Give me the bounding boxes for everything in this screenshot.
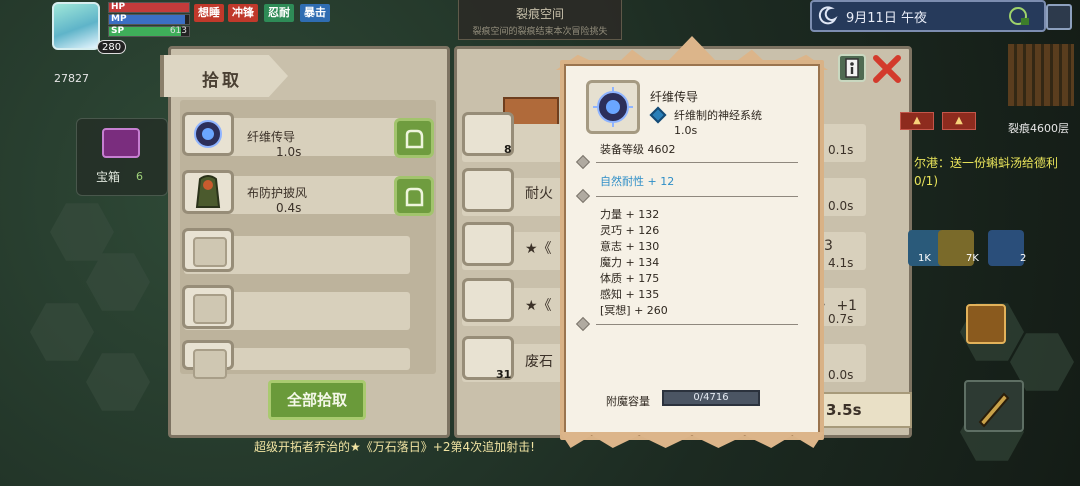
- list-name: ★《: [525, 241, 552, 257]
- empty-slot: [182, 285, 234, 329]
- arrow-up-button[interactable]: ▲: [942, 112, 976, 130]
- loot-item-time: 0.4s: [276, 201, 302, 215]
- list-time: 4.1s: [828, 256, 854, 270]
- item-slot[interactable]: [182, 170, 234, 214]
- rift-subtitle: 裂痕空间的裂痕结束本次冒险挑失: [472, 27, 608, 37]
- tooltip-item-slot: [586, 80, 640, 134]
- resource-count: 2: [1020, 253, 1027, 264]
- list-name: 废石: [525, 354, 553, 370]
- item-slot[interactable]: [182, 112, 234, 156]
- globe-icon: [1009, 7, 1029, 25]
- divider: [575, 154, 798, 170]
- status-chip: 想睡: [194, 4, 224, 22]
- expand-icon[interactable]: [1046, 4, 1072, 30]
- item-slot[interactable]: [462, 168, 514, 212]
- pick-all-button[interactable]: 全部拾取: [268, 380, 366, 420]
- list-time: 0.1s: [828, 143, 854, 157]
- enchant-label: 附魔容量: [606, 395, 650, 408]
- resource-slot[interactable]: [988, 230, 1024, 266]
- hp-label: HP: [111, 2, 126, 12]
- player-avatar[interactable]: [52, 2, 100, 50]
- item-qty: 31: [496, 368, 512, 381]
- info-button[interactable]: [838, 54, 866, 82]
- stat-line: 力量 + 132: [600, 208, 660, 221]
- resource-counter: 27827: [54, 72, 89, 85]
- list-time: 0.0s: [828, 368, 854, 382]
- stat-line: 感知 + 135: [600, 288, 660, 301]
- arrow-up-button[interactable]: ▲: [900, 112, 934, 130]
- list-name: 耐火: [525, 186, 553, 202]
- loot-title: 拾取: [202, 71, 242, 91]
- divider: [575, 316, 798, 332]
- minimap[interactable]: [1008, 44, 1074, 106]
- close-icon[interactable]: [870, 52, 904, 86]
- tooltip-item-name: 纤维传导: [650, 90, 699, 104]
- moon-icon: [818, 6, 838, 25]
- stat-line: 体质 + 175: [600, 272, 660, 285]
- loot-item-name: 纤维传导: [247, 130, 296, 144]
- resource-count: 1K: [918, 253, 931, 264]
- hex-tile: [86, 353, 150, 411]
- list-name: ★《: [525, 298, 552, 314]
- loot-item-name: 布防护披风: [247, 186, 308, 200]
- enchant-capacity-bar: 0/4716: [662, 390, 760, 406]
- item-slot[interactable]: [462, 278, 514, 322]
- quest-tip: 尔港：送一份蝌蚪汤给德利: [914, 156, 1059, 170]
- hand-icon: [405, 187, 424, 207]
- cloak-icon: [195, 175, 221, 208]
- resist-stat: 自然耐性 + 12: [600, 175, 675, 188]
- hp-bar: HP: [108, 2, 190, 13]
- info-icon: [845, 58, 859, 78]
- mp-bar: MP: [108, 14, 190, 25]
- neural-core-icon: [194, 120, 222, 148]
- stat-line: 魔力 + 134: [600, 256, 660, 269]
- item-slot[interactable]: [462, 222, 514, 266]
- hex-tile: [30, 303, 94, 361]
- level-badge: 280: [97, 40, 127, 54]
- chest-icon: [102, 128, 140, 158]
- rift-banner: 裂痕空间 裂痕空间的裂痕结束本次冒险挑失: [458, 0, 622, 40]
- skill-button[interactable]: [966, 304, 1006, 344]
- pick-item-button[interactable]: [394, 118, 434, 158]
- tooltip-time: 1.0s: [674, 124, 698, 137]
- mp-label: MP: [111, 14, 127, 24]
- status-chip: 忍耐: [264, 4, 294, 22]
- item-qty: 8: [504, 143, 512, 156]
- equip-level: 装备等级 4602: [600, 143, 676, 156]
- rift-title: 裂痕空间: [515, 7, 564, 21]
- loot-item-time: 1.0s: [276, 145, 302, 159]
- sp-label: SP: [111, 26, 125, 36]
- chest-label: 宝箱: [96, 170, 121, 184]
- divider: [575, 188, 798, 204]
- clock-text: 9月11日 午夜: [846, 11, 927, 26]
- stat-line: [冥想] + 260: [600, 304, 668, 317]
- sp-bar: SP 613: [108, 26, 190, 37]
- neural-core-icon: [593, 87, 633, 127]
- resource-count: 7K: [966, 253, 979, 264]
- pick-item-button[interactable]: [394, 176, 434, 216]
- list-suffix: 3: [824, 238, 833, 254]
- quest-progress: 0/1): [914, 174, 938, 188]
- stat-line: 灵巧 + 126: [600, 224, 660, 237]
- floor-label: 裂痕4600层: [1008, 122, 1069, 135]
- stat-line: 意志 + 130: [600, 240, 660, 253]
- status-chip: 暴击: [300, 4, 330, 22]
- sp-value: 613: [169, 26, 187, 36]
- list-time: 0.0s: [828, 199, 854, 213]
- list-time: 0.7s: [828, 312, 854, 326]
- battle-log: 超级开拓者乔治的★《万石落日》+2第4次追加射击!: [254, 440, 535, 454]
- hand-icon: [405, 129, 424, 149]
- empty-slot: [182, 228, 234, 272]
- empty-slot: [182, 340, 234, 379]
- attack-button[interactable]: [964, 380, 1024, 432]
- total-time-badge: 3.5s: [818, 392, 912, 428]
- status-chip: 冲锋: [228, 4, 258, 22]
- chest-count: 6: [136, 170, 143, 183]
- sword-icon: [978, 392, 1010, 428]
- tooltip-description: 纤维制的神经系统: [674, 109, 762, 122]
